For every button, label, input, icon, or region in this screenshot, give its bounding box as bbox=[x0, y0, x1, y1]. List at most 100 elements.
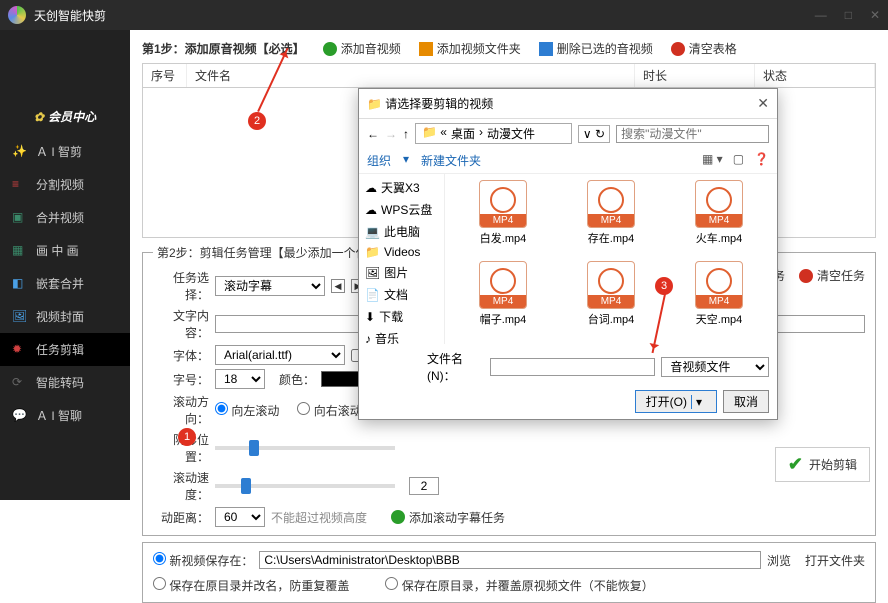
task-prev-button[interactable]: ◀ bbox=[331, 279, 345, 293]
sidebar-icon: ▦ bbox=[12, 243, 28, 259]
save-new-radio[interactable]: 新视频保存在： bbox=[153, 552, 253, 569]
file-item[interactable]: MP4 台词.mp4 bbox=[559, 261, 663, 338]
file-item[interactable]: MP4火车.mp4 bbox=[667, 180, 771, 257]
task-select-label: 任务选择： bbox=[153, 269, 209, 303]
nav-up-button[interactable]: ↑ bbox=[403, 127, 409, 141]
filename-label: 文件名(N)： bbox=[427, 350, 484, 384]
sidebar-icon: 💬 bbox=[12, 408, 28, 424]
distance-label: 动距离： bbox=[153, 509, 209, 526]
dialog-close-button[interactable]: ✕ bbox=[757, 95, 769, 112]
font-select[interactable]: Arial(arial.ttf) bbox=[215, 345, 345, 365]
output-panel: 新视频保存在： 浏览 打开文件夹 保存在原目录并改名，防重复覆盖 保存在原目录，… bbox=[142, 542, 876, 603]
add-task-button[interactable]: 添加滚动字幕任务 bbox=[391, 509, 505, 526]
sidebar-item-label: 嵌套合并 bbox=[36, 275, 84, 292]
sidebar-header: ✿ 会员中心 bbox=[0, 98, 130, 135]
close-button[interactable]: ✕ bbox=[870, 8, 880, 22]
organize-button[interactable]: 组织 bbox=[367, 152, 391, 169]
minimize-button[interactable]: — bbox=[815, 8, 827, 22]
tree-item[interactable]: 🖼图片 bbox=[363, 263, 440, 282]
sidebar-item-8[interactable]: 💬 Ａ I 智聊 bbox=[0, 399, 130, 432]
search-input[interactable] bbox=[616, 125, 769, 143]
file-item[interactable]: MP4存在.mp4 bbox=[559, 180, 663, 257]
distance-select[interactable]: 60 bbox=[215, 507, 265, 527]
dialog-nav: ← → ↑ 📁 « 桌面 › 动漫文件 ∨ ↻ bbox=[359, 119, 777, 148]
sidebar-item-4[interactable]: ◧嵌套合并 bbox=[0, 267, 130, 300]
shadow-slider[interactable] bbox=[215, 446, 395, 450]
sidebar-item-label: 智能转码 bbox=[36, 374, 84, 391]
nav-fwd-button[interactable]: → bbox=[385, 127, 397, 141]
open-button[interactable]: 打开(O)▾ bbox=[635, 390, 717, 413]
size-select[interactable]: 18 bbox=[215, 369, 265, 389]
dialog-titlebar: 📁 请选择要剪辑的视频 ✕ bbox=[359, 89, 777, 119]
file-item[interactable]: MP4天空.mp4 bbox=[667, 261, 771, 338]
file-name: 存在.mp4 bbox=[588, 230, 634, 246]
filename-input[interactable] bbox=[490, 358, 655, 376]
tree-label: 下载 bbox=[379, 308, 403, 325]
new-folder-button[interactable]: 新建文件夹 bbox=[421, 152, 481, 169]
tree-icon: ♪ bbox=[365, 332, 371, 345]
speed-value[interactable] bbox=[409, 477, 439, 495]
view-button[interactable]: ▦ ▾ bbox=[702, 152, 723, 169]
tree-item[interactable]: ♪音乐 bbox=[363, 329, 440, 344]
add-folder-button[interactable]: 添加视频文件夹 bbox=[419, 40, 521, 57]
app-title: 天创智能快剪 bbox=[34, 7, 106, 24]
start-clip-button[interactable]: ✔ 开始剪辑 bbox=[775, 447, 870, 482]
tree-item[interactable]: 📄文档 bbox=[363, 285, 440, 304]
sidebar-item-2[interactable]: ▣合并视频 bbox=[0, 201, 130, 234]
sidebar-item-0[interactable]: ✨Ａ I 智剪 bbox=[0, 135, 130, 168]
file-name: 台词.mp4 bbox=[588, 311, 634, 327]
sidebar-user-area bbox=[0, 38, 130, 98]
clear-table-button[interactable]: 清空表格 bbox=[671, 40, 737, 57]
task-select[interactable]: 滚动字幕 bbox=[215, 276, 325, 296]
color-picker[interactable] bbox=[321, 371, 361, 387]
col-seq: 序号 bbox=[143, 64, 187, 87]
text-content-label: 文字内容： bbox=[153, 307, 209, 341]
sidebar-item-label: 合并视频 bbox=[36, 209, 84, 226]
nav-back-button[interactable]: ← bbox=[367, 127, 379, 141]
dir-left-radio[interactable]: 向左滚动 bbox=[215, 402, 279, 419]
open-folder-button[interactable]: 打开文件夹 bbox=[805, 552, 865, 569]
browse-button[interactable]: 浏览 bbox=[767, 552, 791, 569]
check-icon: ✔ bbox=[788, 454, 803, 475]
sidebar-icon: ≡ bbox=[12, 177, 28, 193]
maximize-button[interactable]: □ bbox=[845, 8, 852, 22]
tree-item[interactable]: 💻此电脑 bbox=[363, 222, 440, 241]
clear-tasks-button[interactable]: 清空任务 bbox=[799, 267, 865, 284]
tree-item[interactable]: ☁天翼X3 bbox=[363, 178, 440, 197]
keep-rename-radio[interactable]: 保存在原目录并改名，防重复覆盖 bbox=[153, 577, 349, 594]
sidebar-item-5[interactable]: 🖼视频封面 bbox=[0, 300, 130, 333]
folder-icon: 📁 bbox=[367, 97, 382, 111]
speed-slider[interactable] bbox=[215, 484, 395, 488]
tree-item[interactable]: 📁Videos bbox=[363, 244, 440, 260]
keep-overwrite-radio[interactable]: 保存在原目录，并覆盖原视频文件（不能恢复） bbox=[385, 577, 653, 594]
save-path-input[interactable] bbox=[259, 551, 761, 569]
sidebar-item-label: 视频封面 bbox=[36, 308, 84, 325]
file-filter-select[interactable]: 音视频文件 bbox=[661, 357, 769, 377]
dir-right-radio[interactable]: 向右滚动 bbox=[297, 402, 361, 419]
breadcrumb[interactable]: 📁 « 桌面 › 动漫文件 bbox=[415, 123, 572, 144]
col-duration: 时长 bbox=[635, 64, 755, 87]
delete-selected-button[interactable]: 删除已选的音视频 bbox=[539, 40, 653, 57]
help-button[interactable]: ❓ bbox=[754, 152, 769, 169]
file-item[interactable]: MP4白发.mp4 bbox=[451, 180, 555, 257]
add-media-button[interactable]: 添加音视频 bbox=[323, 40, 401, 57]
file-icon: MP4 bbox=[587, 261, 635, 309]
annotation-3: 3 bbox=[655, 277, 673, 295]
sidebar-item-7[interactable]: ⟳智能转码 bbox=[0, 366, 130, 399]
sidebar-item-1[interactable]: ≡分割视频 bbox=[0, 168, 130, 201]
preview-button[interactable]: ▢ bbox=[733, 152, 744, 169]
file-item[interactable]: MP4帽子.mp4 bbox=[451, 261, 555, 338]
sidebar-item-3[interactable]: ▦ 画 中 画 bbox=[0, 234, 130, 267]
tree-icon: 📁 bbox=[365, 245, 380, 259]
tree-icon: 💻 bbox=[365, 225, 380, 239]
sidebar-item-label: 画 中 画 bbox=[36, 242, 79, 259]
cancel-button[interactable]: 取消 bbox=[723, 390, 769, 413]
annotation-1: 1 bbox=[178, 428, 196, 446]
tree-item[interactable]: ⬇下载 bbox=[363, 307, 440, 326]
sidebar-item-6[interactable]: ✹任务剪辑 bbox=[0, 333, 130, 366]
dialog-footer: 文件名(N)： 音视频文件 打开(O)▾ 取消 bbox=[359, 344, 777, 419]
tree-item[interactable]: ☁WPS云盘 bbox=[363, 200, 440, 219]
dialog-title: 请选择要剪辑的视频 bbox=[385, 95, 493, 112]
sidebar: ✿ 会员中心 ✨Ａ I 智剪≡分割视频▣合并视频 ▦ 画 中 画 ◧嵌套合并🖼视频封面… bbox=[0, 30, 130, 500]
sidebar-item-label: Ａ I 智聊 bbox=[36, 407, 82, 424]
